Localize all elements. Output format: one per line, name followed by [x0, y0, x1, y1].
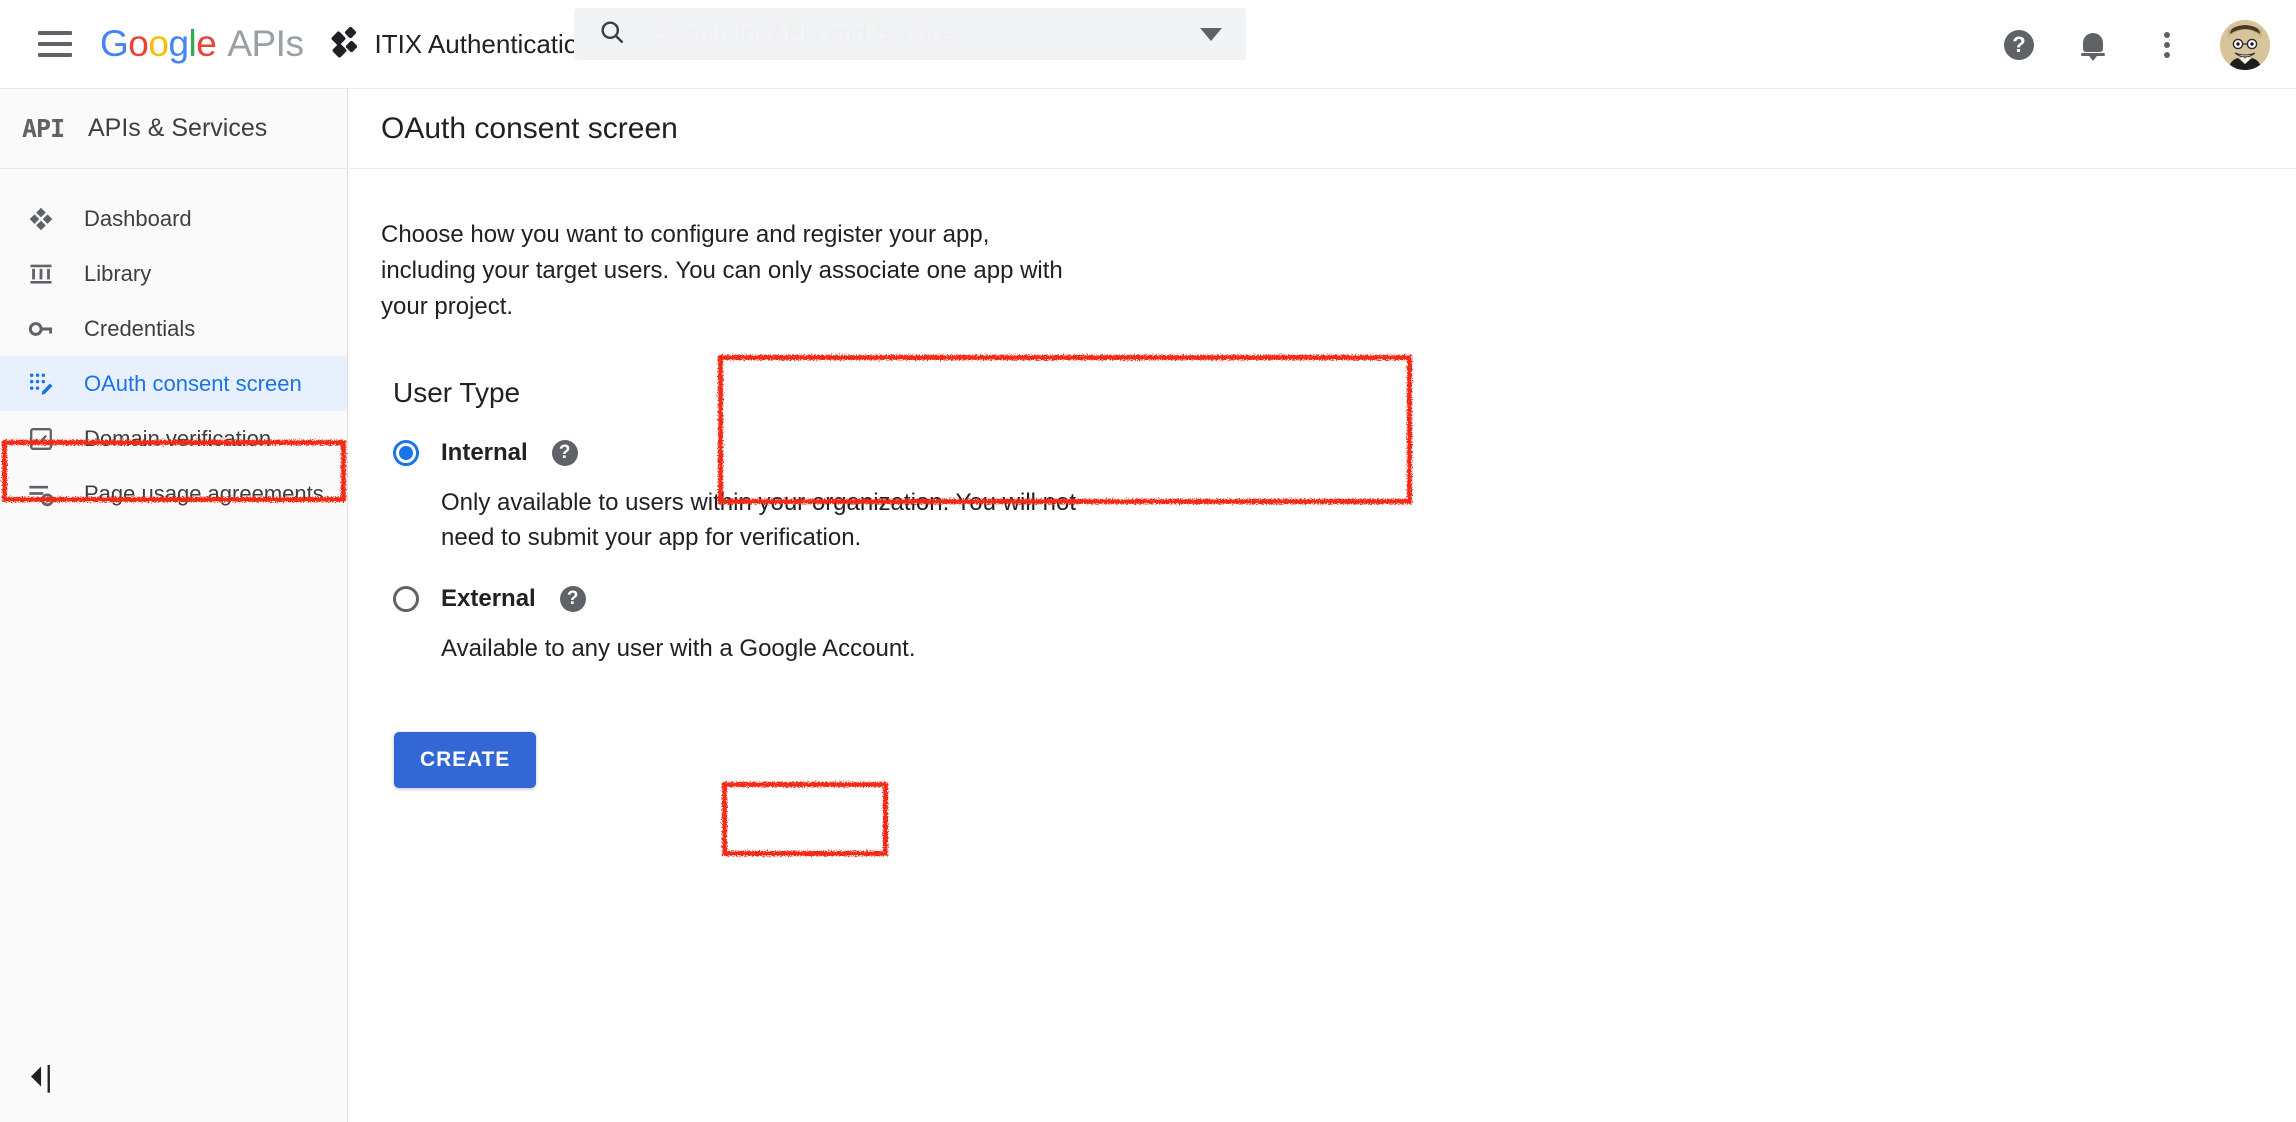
radio-internal-description: Only available to users within your orga…	[441, 485, 1081, 555]
api-logo: API	[22, 114, 68, 143]
create-button[interactable]: CREATE	[394, 732, 536, 788]
sidebar-item-credentials[interactable]: Credentials	[0, 301, 347, 356]
notifications-icon[interactable]	[2070, 22, 2116, 68]
sidebar-item-library[interactable]: Library	[0, 246, 347, 301]
radio-option-external[interactable]: External ?	[393, 577, 1081, 621]
main-content: OAuth consent screen Choose how you want…	[349, 89, 2296, 1122]
search-icon	[598, 18, 626, 51]
account-avatar[interactable]	[2220, 20, 2270, 70]
collapse-panel-icon[interactable]: ⏴|	[30, 1060, 53, 1094]
help-icon-glyph: ?	[2004, 30, 2034, 60]
create-button-wrap: CREATE	[394, 732, 534, 788]
radio-option-internal[interactable]: Internal ?	[393, 431, 1081, 475]
bell-icon	[2080, 30, 2106, 60]
library-icon	[22, 260, 60, 288]
sidebar: API APIs & Services Dashboard	[0, 89, 348, 1122]
google-apis-logo: Google APIs	[100, 23, 303, 65]
sidebar-nav: Dashboard Library	[0, 169, 347, 521]
sidebar-title: APIs & Services	[88, 114, 267, 143]
key-icon	[22, 315, 60, 343]
check-box-icon	[22, 425, 60, 453]
radio-external[interactable]	[393, 586, 419, 612]
help-icon-external[interactable]: ?	[560, 586, 586, 612]
sidebar-header: API APIs & Services	[0, 89, 347, 169]
page-description: Choose how you want to configure and reg…	[381, 217, 1071, 325]
oauth-consent-icon	[22, 370, 60, 398]
project-logo-icon	[333, 30, 361, 58]
sidebar-item-label: Page usage agreements	[84, 481, 324, 507]
help-icon-internal[interactable]: ?	[552, 440, 578, 466]
sidebar-item-page-usage-agreements[interactable]: Page usage agreements	[0, 466, 347, 521]
radio-external-label: External	[441, 585, 536, 613]
sidebar-item-dashboard[interactable]: Dashboard	[0, 191, 347, 246]
sidebar-item-label: Domain verification	[84, 426, 271, 452]
sidebar-item-label: OAuth consent screen	[84, 371, 302, 397]
top-bar-actions: ?	[1968, 0, 2270, 89]
top-app-bar: Google APIs ITIX Authentication ?	[0, 0, 2296, 89]
help-icon[interactable]: ?	[1996, 22, 2042, 68]
project-name: ITIX Authentication	[374, 29, 592, 60]
user-type-heading: User Type	[393, 377, 1081, 409]
page-title: OAuth consent screen	[381, 112, 678, 146]
more-options-icon[interactable]	[2144, 22, 2190, 68]
hamburger-menu-icon[interactable]	[38, 31, 72, 57]
radio-internal[interactable]	[393, 440, 419, 466]
sidebar-item-oauth-consent-screen[interactable]: OAuth consent screen	[0, 356, 347, 411]
dashboard-icon	[22, 205, 60, 233]
radio-external-description: Available to any user with a Google Acco…	[441, 631, 1081, 666]
list-settings-icon	[22, 480, 60, 508]
search-bar[interactable]	[574, 8, 1246, 60]
radio-internal-label: Internal	[441, 439, 528, 467]
search-dropdown-icon[interactable]	[1200, 28, 1222, 41]
sidebar-item-domain-verification[interactable]: Domain verification	[0, 411, 347, 466]
content-body: Choose how you want to configure and reg…	[349, 169, 2296, 788]
sidebar-item-label: Dashboard	[84, 206, 192, 232]
apis-wordmark: APIs	[227, 23, 303, 65]
sidebar-item-label: Library	[84, 261, 151, 287]
main-header: OAuth consent screen	[349, 89, 2296, 169]
user-type-section: User Type Internal ? Only available to u…	[381, 369, 1081, 666]
search-input[interactable]	[652, 19, 1132, 49]
sidebar-item-label: Credentials	[84, 316, 195, 342]
